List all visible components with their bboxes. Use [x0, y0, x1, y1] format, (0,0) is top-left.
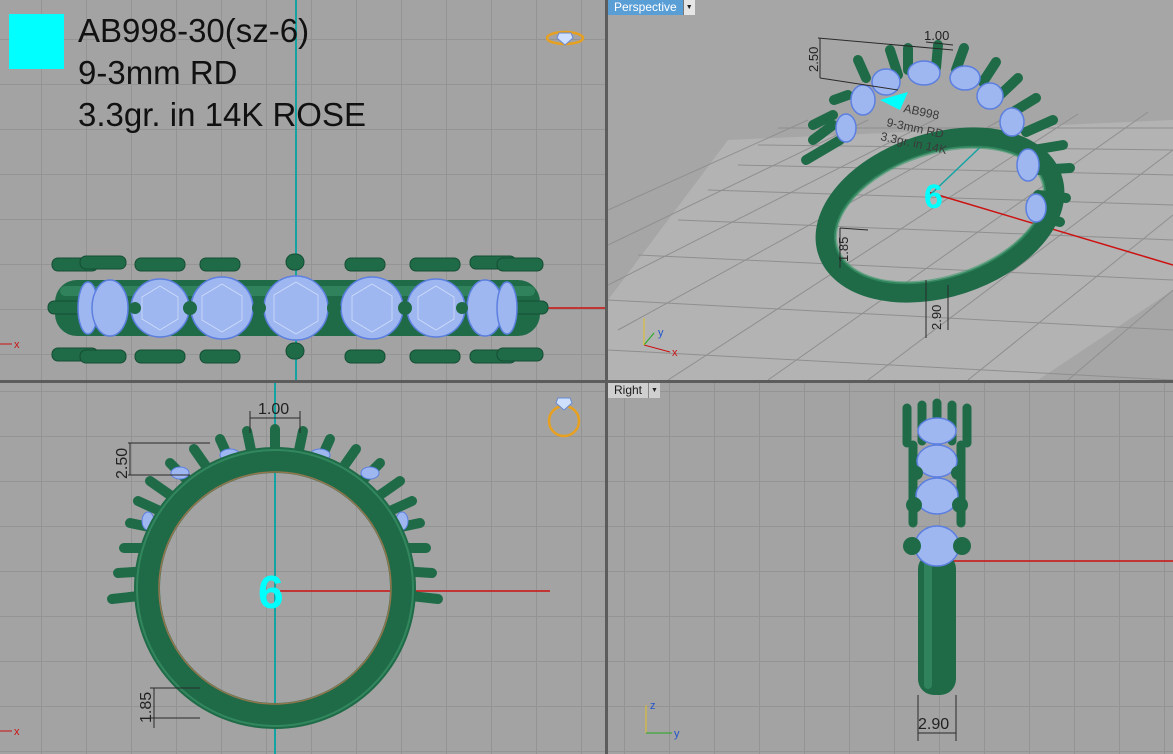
viewport-label-perspective[interactable]: Perspective ▼ — [608, 0, 695, 15]
layer-color-swatch — [9, 14, 64, 69]
viewport-separator-horizontal[interactable] — [0, 380, 1173, 383]
svg-text:x: x — [14, 339, 20, 351]
svg-text:y: y — [674, 728, 680, 740]
front-axis-widget: x — [0, 726, 20, 738]
svg-text:2.50: 2.50 — [114, 448, 131, 479]
right-scene[interactable]: 2.90 z y — [608, 383, 1173, 754]
svg-text:x: x — [14, 726, 20, 738]
viewport-front[interactable]: 6 1.00 2.50 1.85 x — [0, 383, 605, 754]
front-size-label: 6 — [258, 566, 284, 618]
info-text-block: AB998-30(sz-6) 9-3mm RD 3.3gr. in 14K RO… — [78, 10, 366, 136]
svg-text:z: z — [650, 700, 656, 712]
ring-shank-right — [918, 553, 956, 695]
right-axis-widget: z y — [645, 700, 680, 740]
info-line-stones: 9-3mm RD — [78, 54, 238, 91]
info-line-weight: 3.3gr. in 14K ROSE — [78, 96, 366, 133]
svg-text:x: x — [672, 347, 678, 359]
front-scene[interactable]: 6 1.00 2.50 1.85 x — [0, 383, 605, 754]
viewport-label-right[interactable]: Right ▼ — [608, 383, 661, 398]
stones-top — [77, 275, 518, 341]
ring-top-icon[interactable] — [545, 30, 585, 46]
viewport-name-right[interactable]: Right — [608, 383, 649, 398]
viewport-right[interactable]: Right ▼ 2.90 z y — [608, 383, 1173, 754]
chevron-down-icon[interactable]: ▼ — [648, 383, 661, 398]
ring-front-icon[interactable] — [547, 397, 581, 438]
svg-text:2.50: 2.50 — [806, 47, 821, 72]
info-line-model: AB998-30(sz-6) — [78, 12, 310, 49]
svg-text:1.85: 1.85 — [836, 237, 851, 262]
viewport-top[interactable]: AB998-30(sz-6) 9-3mm RD 3.3gr. in 14K RO… — [0, 0, 605, 380]
right-dimension-text: 2.90 — [918, 716, 949, 733]
svg-text:y: y — [658, 327, 664, 339]
svg-text:2.90: 2.90 — [929, 305, 944, 330]
viewport-perspective[interactable]: Perspective ▼ AB998 9-3mm RD 3.3gr. in 1… — [608, 0, 1173, 380]
chevron-down-icon[interactable]: ▼ — [682, 0, 695, 15]
top-axis-widget: x — [0, 339, 20, 351]
viewport-name-perspective[interactable]: Perspective — [608, 0, 683, 15]
persp-size-label: 6 — [924, 178, 943, 216]
svg-text:1.85: 1.85 — [138, 692, 155, 723]
svg-text:1.00: 1.00 — [924, 28, 949, 43]
svg-text:1.00: 1.00 — [258, 401, 289, 418]
viewport-separator-vertical[interactable] — [605, 0, 608, 754]
perspective-scene[interactable]: AB998 9-3mm RD 3.3gr. in 14K 6 1.00 2.50… — [608, 0, 1173, 380]
